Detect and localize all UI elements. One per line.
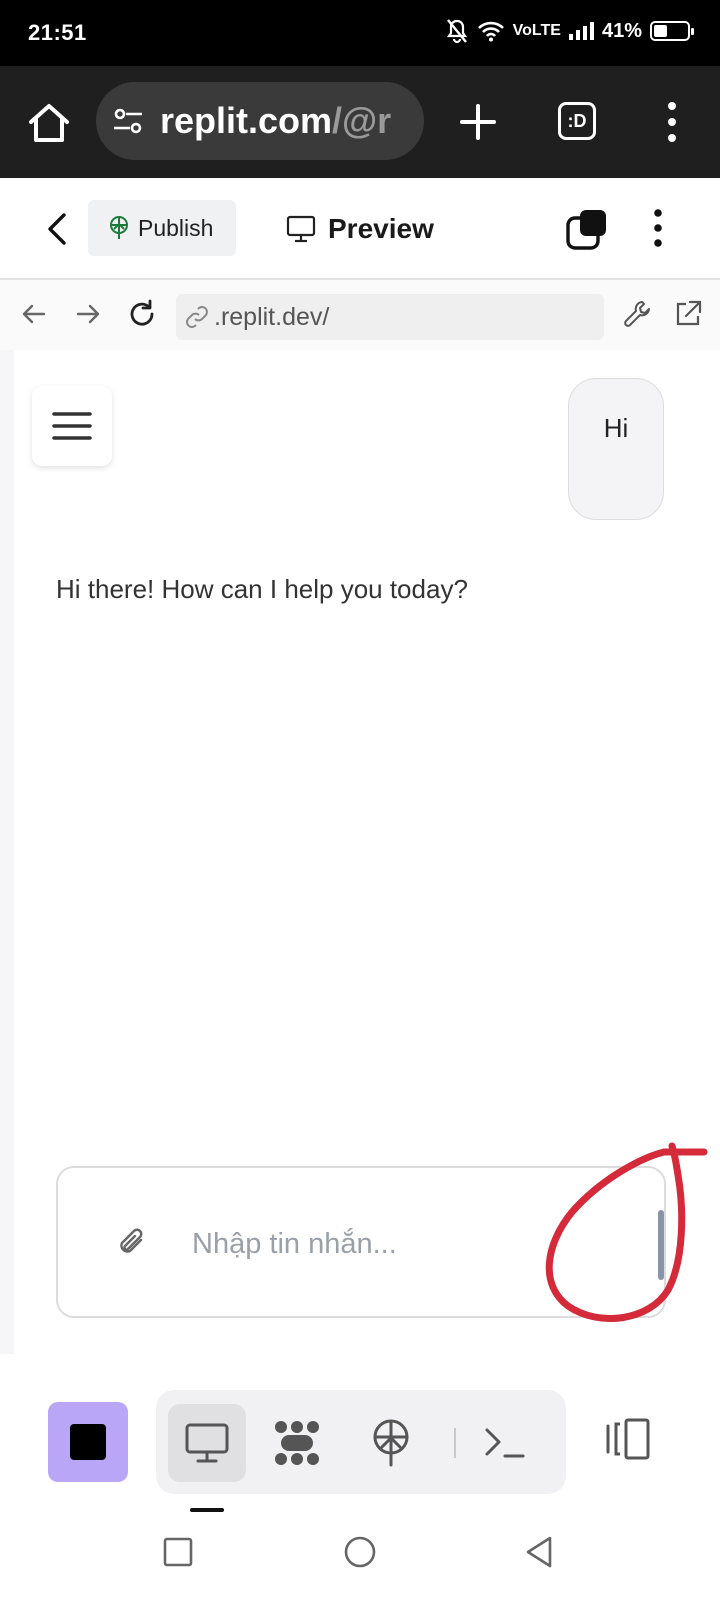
preview-url-field[interactable]: .replit.dev/ bbox=[176, 294, 604, 340]
back-triangle-icon[interactable] bbox=[520, 1532, 560, 1572]
deploy-icon bbox=[373, 1419, 409, 1467]
hamburger-icon bbox=[52, 412, 92, 440]
tool-terminal[interactable] bbox=[466, 1404, 544, 1482]
page-left-edge bbox=[0, 350, 14, 1354]
reload-icon[interactable] bbox=[126, 298, 158, 330]
tool-group bbox=[156, 1390, 566, 1494]
app-toolbar: Publish Preview bbox=[0, 178, 720, 280]
message-input[interactable] bbox=[192, 1216, 572, 1272]
preview-page: Hi Hi there! How can I help you today? bbox=[0, 350, 720, 1354]
android-nav-bar bbox=[0, 1514, 720, 1600]
home-icon[interactable] bbox=[26, 100, 72, 146]
url-text: replit.com/@r bbox=[160, 100, 391, 142]
publish-icon bbox=[110, 216, 128, 239]
wifi-icon bbox=[477, 21, 504, 42]
home-circle-icon[interactable] bbox=[340, 1532, 380, 1572]
monitor-icon bbox=[286, 215, 316, 243]
url-host: replit.com bbox=[160, 100, 333, 141]
more-vertical-icon[interactable] bbox=[650, 208, 666, 248]
stop-icon bbox=[70, 1424, 106, 1460]
battery-icon bbox=[650, 21, 694, 41]
send-button-edge[interactable] bbox=[658, 1210, 664, 1280]
panel-toggle-icon[interactable] bbox=[604, 1414, 654, 1464]
workflow-icon bbox=[275, 1421, 319, 1465]
url-bar[interactable]: replit.com/@r bbox=[96, 82, 424, 160]
recents-icon[interactable] bbox=[158, 1532, 198, 1572]
browser-toolbar: replit.com/@r :D bbox=[0, 66, 720, 178]
tool-workflow[interactable] bbox=[258, 1404, 336, 1482]
site-settings-icon[interactable] bbox=[112, 106, 144, 136]
network-type: VoLTE bbox=[512, 22, 561, 39]
wrench-icon[interactable] bbox=[622, 298, 654, 330]
bell-muted-icon bbox=[446, 19, 467, 44]
more-vertical-icon[interactable] bbox=[664, 100, 680, 144]
status-time: 21:51 bbox=[28, 20, 87, 45]
tool-deploy[interactable] bbox=[352, 1404, 430, 1482]
status-bar: 21:51 VoLTE 41% bbox=[0, 0, 720, 66]
tool-preview[interactable] bbox=[168, 1404, 246, 1482]
arrow-left-icon[interactable] bbox=[18, 298, 50, 330]
tab-preview[interactable]: Preview bbox=[286, 202, 434, 256]
battery-percent: 41% bbox=[601, 19, 642, 42]
bot-message: Hi there! How can I help you today? bbox=[56, 574, 468, 604]
terminal-icon bbox=[485, 1428, 525, 1458]
paperclip-icon[interactable] bbox=[116, 1226, 150, 1260]
status-icons: VoLTE 41% bbox=[445, 18, 694, 44]
tabs-icon[interactable]: :D bbox=[558, 102, 596, 140]
tool-separator bbox=[454, 1428, 456, 1458]
publish-button[interactable]: Publish bbox=[88, 200, 236, 256]
link-icon bbox=[186, 306, 208, 328]
user-message-bubble: Hi bbox=[568, 378, 664, 520]
preview-icon bbox=[185, 1423, 229, 1463]
preview-label: Preview bbox=[328, 213, 434, 244]
external-link-icon[interactable] bbox=[672, 298, 704, 330]
chat-input-box[interactable] bbox=[56, 1166, 666, 1318]
workspace-bottom-toolbar bbox=[0, 1354, 720, 1514]
active-tool-indicator bbox=[190, 1508, 224, 1512]
stop-button[interactable] bbox=[48, 1402, 128, 1482]
url-path: /@r bbox=[332, 100, 392, 141]
publish-label: Publish bbox=[138, 214, 214, 241]
back-chevron-icon[interactable] bbox=[42, 212, 72, 246]
layers-icon[interactable] bbox=[566, 208, 610, 252]
signal-icon bbox=[568, 22, 594, 40]
hamburger-menu-button[interactable] bbox=[32, 386, 112, 466]
preview-address-bar: .replit.dev/ bbox=[0, 280, 720, 350]
tabs-label: :D bbox=[567, 110, 587, 131]
preview-url: .replit.dev/ bbox=[214, 302, 330, 331]
plus-icon[interactable] bbox=[456, 100, 500, 144]
arrow-right-icon[interactable] bbox=[72, 298, 104, 330]
